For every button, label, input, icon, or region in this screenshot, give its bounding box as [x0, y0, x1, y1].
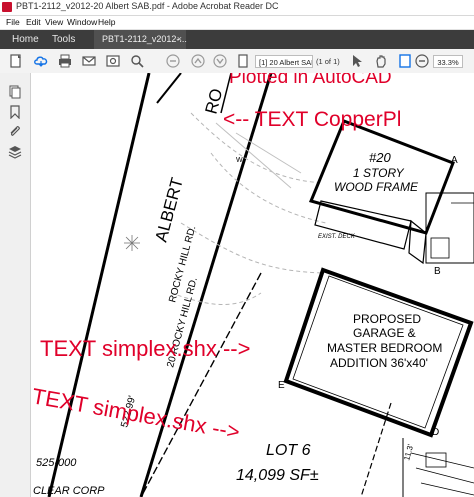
tab-tools[interactable]: Tools: [52, 30, 75, 49]
menu-edit[interactable]: Edit: [26, 17, 41, 27]
tab-document[interactable]: PBT1-2112_v2012-... ×: [94, 30, 187, 49]
road-left-line: [47, 73, 151, 497]
owner-name: CLEAR CORP: [33, 485, 105, 497]
lot-area: 14,099 SF±: [236, 467, 319, 484]
road-corner-line: [156, 73, 182, 104]
close-tab-icon[interactable]: ×: [177, 30, 182, 49]
no-entry-icon[interactable]: [165, 53, 181, 69]
window-titlebar: PBT1-2112_v2012-20 Albert SAB.pdf - Adob…: [0, 0, 474, 16]
toolbar: [0, 49, 474, 74]
point-d-label: D: [432, 427, 439, 438]
deck-label: EXIST. DECK: [318, 234, 356, 240]
page-thumbnail-icon[interactable]: [235, 53, 251, 69]
email-icon[interactable]: [81, 53, 97, 69]
document-view[interactable]: #20 1 STORY WOOD FRAME EXIST. DECK A B P…: [31, 73, 474, 497]
acrobat-logo-icon: [2, 2, 12, 12]
menu-file[interactable]: File: [6, 17, 20, 27]
point-b-label: B: [434, 266, 441, 277]
select-cursor-icon[interactable]: [349, 53, 365, 69]
house-number: #20: [369, 150, 391, 165]
point-e-label: E: [278, 380, 285, 391]
lot-number: LOT 6: [266, 442, 311, 459]
next-page-icon[interactable]: [212, 53, 228, 69]
proposed-label-2: GARAGE &: [353, 326, 416, 340]
menu-window[interactable]: Window: [67, 17, 97, 27]
point-a-label: A: [451, 155, 458, 166]
tab-document-label: PBT1-2112_v2012-...: [102, 34, 187, 44]
proposed-label-3: MASTER BEDROOM: [327, 341, 442, 355]
driveway-lines: [215, 122, 302, 189]
print-icon[interactable]: [57, 53, 73, 69]
proposed-label-1: PROPOSED: [353, 312, 421, 326]
zoom-level-field[interactable]: 33.3%: [433, 55, 463, 68]
menu-help[interactable]: Help: [98, 17, 115, 27]
parcel-number: 525-000: [36, 457, 77, 469]
side-dimension: 11.3': [402, 443, 415, 462]
snapshot-icon[interactable]: [105, 53, 121, 69]
navigation-panel: [0, 73, 31, 497]
page-thumbnails-icon[interactable]: [8, 85, 22, 99]
house-story: 1 STORY: [353, 166, 405, 180]
cloud-save-icon[interactable]: [33, 53, 49, 69]
menu-bar: File Edit View Window Help: [0, 16, 474, 30]
search-icon[interactable]: [129, 53, 145, 69]
annotation-simplex-1: TEXT simplex.shx -->: [40, 336, 250, 361]
site-plan-drawing: #20 1 STORY WOOD FRAME EXIST. DECK A B P…: [31, 73, 474, 497]
previous-page-icon[interactable]: [190, 53, 206, 69]
road-name-label: ALBERT: [152, 176, 187, 245]
tree-symbol-icon: [124, 235, 140, 251]
menu-view[interactable]: View: [45, 17, 63, 27]
window-title: PBT1-2112_v2012-20 Albert SAB.pdf - Adob…: [16, 1, 279, 11]
property-line: [140, 272, 262, 497]
layers-icon[interactable]: [8, 145, 22, 159]
page-number-field[interactable]: [1] 20 Albert SAB: [255, 55, 313, 68]
annotation-plotted: Plotted in AutoCAD: [229, 73, 392, 88]
tab-bar: Home Tools PBT1-2112_v2012-... ×: [0, 30, 474, 49]
attachments-icon[interactable]: [8, 125, 22, 139]
annotation-copper: <-- TEXT CopperPl: [223, 108, 401, 131]
create-pdf-icon[interactable]: [8, 53, 24, 69]
point-w-label: W: [236, 157, 243, 164]
tab-home[interactable]: Home: [12, 30, 39, 49]
zoom-out-icon[interactable]: [414, 53, 430, 69]
page-count: (1 of 1): [316, 57, 340, 66]
proposed-label-4: ADDITION 36'x40': [330, 356, 428, 370]
bookmarks-icon[interactable]: [8, 105, 22, 119]
fit-page-icon[interactable]: [397, 53, 413, 69]
house-frame: WOOD FRAME: [334, 180, 419, 194]
hand-tool-icon[interactable]: [373, 53, 389, 69]
